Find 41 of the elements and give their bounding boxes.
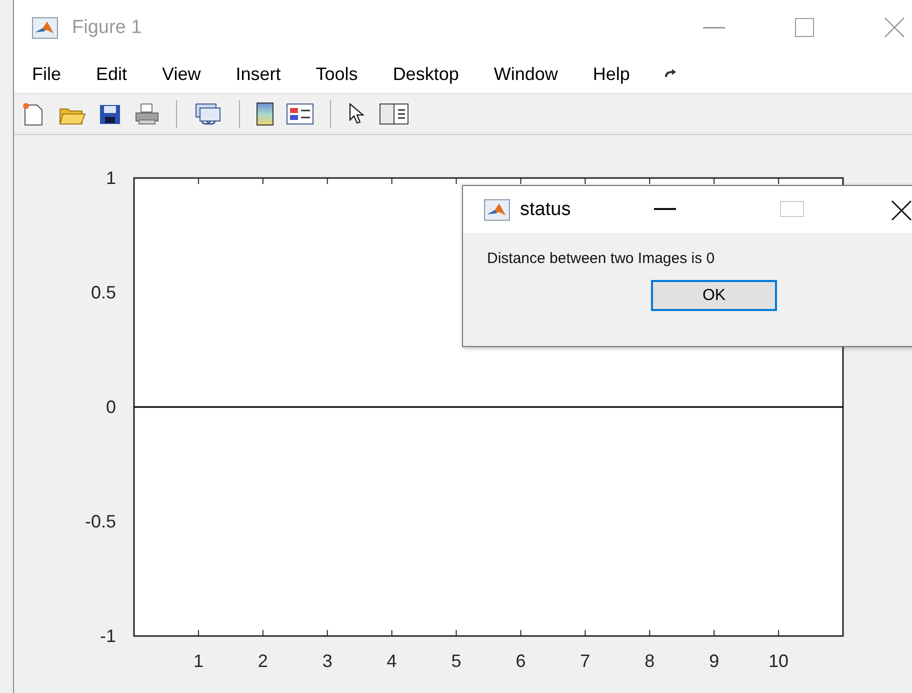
- arrow-icon[interactable]: [662, 68, 677, 80]
- x-tick-label: 1: [193, 651, 204, 671]
- linked-windows-icon[interactable]: [193, 101, 223, 127]
- menu-item[interactable]: Insert: [236, 64, 281, 84]
- x-tick-label: 6: [516, 651, 526, 671]
- save-icon[interactable]: [98, 102, 122, 126]
- dialog-message: Distance between two Images is 0: [487, 250, 715, 267]
- menu-item[interactable]: Desktop: [392, 64, 459, 84]
- x-tick-label: 3: [322, 651, 332, 671]
- y-tick-label: -0.5: [84, 512, 116, 532]
- dialog-title: status: [520, 198, 571, 220]
- maximize-icon[interactable]: [795, 18, 814, 37]
- y-tick-label: 0.5: [90, 282, 116, 302]
- colorbar-icon[interactable]: [256, 102, 274, 126]
- ok-button[interactable]: OK: [651, 280, 777, 311]
- menu-item[interactable]: Tools: [316, 64, 358, 84]
- menu-item[interactable]: Edit: [96, 64, 128, 84]
- pointer-icon[interactable]: [347, 102, 367, 126]
- legend-icon[interactable]: [286, 103, 314, 125]
- close-icon[interactable]: [891, 200, 912, 221]
- x-tick-label: 5: [451, 651, 462, 671]
- menu-item[interactable]: Window: [494, 64, 558, 84]
- window-title: Figure 1: [72, 16, 142, 38]
- printer-icon[interactable]: [134, 102, 160, 126]
- x-tick-label: 4: [386, 651, 397, 671]
- menu-item[interactable]: View: [162, 64, 201, 84]
- x-tick-label: 9: [709, 651, 720, 671]
- x-tick-label: 2: [258, 651, 268, 671]
- maximize-icon: [780, 201, 804, 217]
- x-tick-label: 10: [768, 651, 789, 671]
- app-icon: [484, 198, 510, 220]
- x-tick-label: 7: [580, 651, 590, 671]
- y-tick-label: 1: [106, 168, 116, 188]
- y-tick-label: -1: [100, 626, 116, 646]
- x-tick-label: 8: [644, 651, 655, 671]
- menu-item[interactable]: Help: [592, 64, 630, 84]
- menu-item[interactable]: File: [32, 64, 62, 84]
- panel-icon[interactable]: [379, 102, 409, 126]
- y-tick-label: 0: [106, 397, 116, 417]
- app-icon: [32, 16, 58, 38]
- minimize-icon[interactable]: [703, 26, 725, 28]
